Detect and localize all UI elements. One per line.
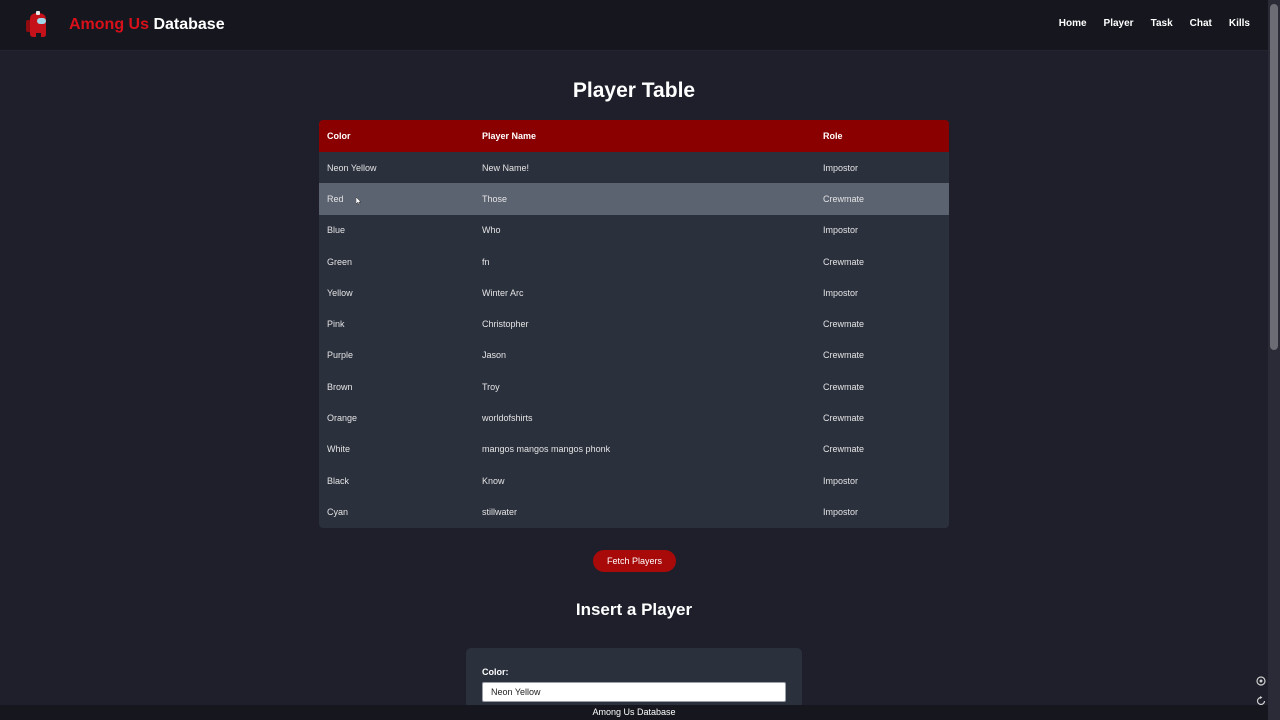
- mouse-cursor-icon: [356, 197, 361, 205]
- cell-player-name: Jason: [482, 350, 507, 361]
- cell-color: Blue: [327, 225, 346, 236]
- cell-player-name: fn: [482, 256, 490, 267]
- cell-role: Impostor: [823, 475, 859, 486]
- cell-player-name: mangos mangos mangos phonk: [482, 444, 611, 455]
- table-row[interactable]: Purple Jason Crewmate: [319, 340, 949, 371]
- insert-player-title: Insert a Player: [575, 600, 693, 619]
- cell-player-name: Winter Arc: [482, 287, 524, 298]
- header-player-name: Player Name: [482, 131, 537, 141]
- settings-icon[interactable]: [1256, 676, 1266, 686]
- table-row[interactable]: Brown Troy Crewmate: [319, 371, 949, 402]
- cell-player-name: New Name!: [482, 162, 530, 173]
- cell-role: Crewmate: [823, 381, 865, 392]
- header-role: Role: [823, 131, 843, 141]
- cell-player-name: Who: [482, 225, 501, 236]
- table-row[interactable]: Yellow Winter Arc Impostor: [319, 277, 949, 308]
- cell-role: Crewmate: [823, 444, 865, 455]
- cell-color: White: [327, 444, 351, 455]
- nav-task[interactable]: Task: [1151, 18, 1173, 29]
- nav-chat[interactable]: Chat: [1190, 18, 1212, 29]
- cell-role: Crewmate: [823, 193, 865, 204]
- crewmate-logo-icon[interactable]: [24, 11, 50, 39]
- table-header-row: Color Player Name Role: [319, 120, 949, 152]
- insert-player-form: Color:: [466, 648, 802, 708]
- cell-role: Crewmate: [823, 256, 865, 267]
- brand-rest: Database: [153, 16, 225, 33]
- cell-color: Orange: [327, 413, 358, 424]
- brand-accent: Among Us: [69, 16, 149, 33]
- cell-role: Impostor: [823, 225, 859, 236]
- nav-player[interactable]: Player: [1104, 18, 1134, 29]
- table-row[interactable]: Pink Christopher Crewmate: [319, 308, 949, 339]
- cell-color: Purple: [327, 350, 354, 361]
- cell-role: Impostor: [823, 162, 859, 173]
- cell-color: Cyan: [327, 506, 349, 517]
- table-row[interactable]: Green fn Crewmate: [319, 246, 949, 277]
- color-label: Color:: [482, 667, 509, 677]
- color-input[interactable]: [482, 682, 786, 702]
- cell-role: Impostor: [823, 287, 859, 298]
- cell-player-name: worldofshirts: [482, 413, 533, 424]
- navbar: Among Us Database Home Player Task Chat …: [0, 0, 1268, 51]
- cell-role: Crewmate: [823, 319, 865, 330]
- cell-role: Crewmate: [823, 413, 865, 424]
- scrollbar[interactable]: [1268, 0, 1280, 720]
- header-color: Color: [327, 131, 351, 141]
- cell-role: Impostor: [823, 506, 859, 517]
- fetch-players-button[interactable]: Fetch Players: [593, 550, 676, 572]
- footer: Among Us Database: [0, 705, 1268, 720]
- brand-title[interactable]: Among Us Database: [69, 16, 225, 34]
- cell-player-name: Know: [482, 475, 505, 486]
- cell-color: Red: [327, 193, 344, 204]
- player-table: Color Player Name Role Neon Yellow New Na…: [319, 120, 949, 528]
- cell-color: Green: [327, 256, 353, 267]
- cell-color: Black: [327, 475, 350, 486]
- nav-home[interactable]: Home: [1059, 18, 1087, 29]
- cell-role: Crewmate: [823, 350, 865, 361]
- cell-player-name: Those: [482, 193, 508, 204]
- table-row[interactable]: White mangos mangos mangos phonk Crewmate: [319, 434, 949, 465]
- table-row[interactable]: Orange worldofshirts Crewmate: [319, 402, 949, 433]
- nav-links: Home Player Task Chat Kills: [1059, 18, 1250, 29]
- cell-color: Neon Yellow: [327, 162, 377, 173]
- cell-player-name: Troy: [482, 381, 500, 392]
- cell-player-name: Christopher: [482, 319, 529, 330]
- nav-kills[interactable]: Kills: [1229, 18, 1250, 29]
- table-row[interactable]: Neon Yellow New Name! Impostor: [319, 152, 949, 183]
- refresh-icon[interactable]: [1256, 696, 1266, 706]
- table-row[interactable]: Blue Who Impostor: [319, 215, 949, 246]
- page-title: Player Table: [572, 79, 696, 102]
- table-row[interactable]: Red Those Crewmate: [319, 183, 949, 215]
- cell-color: Pink: [327, 319, 345, 330]
- table-row[interactable]: Black Know Impostor: [319, 465, 949, 496]
- cell-player-name: stillwater: [482, 506, 518, 517]
- table-row[interactable]: Cyan stillwater Impostor: [319, 496, 949, 527]
- scrollbar-thumb[interactable]: [1270, 4, 1278, 350]
- cell-color: Brown: [327, 381, 353, 392]
- cell-color: Yellow: [327, 287, 353, 298]
